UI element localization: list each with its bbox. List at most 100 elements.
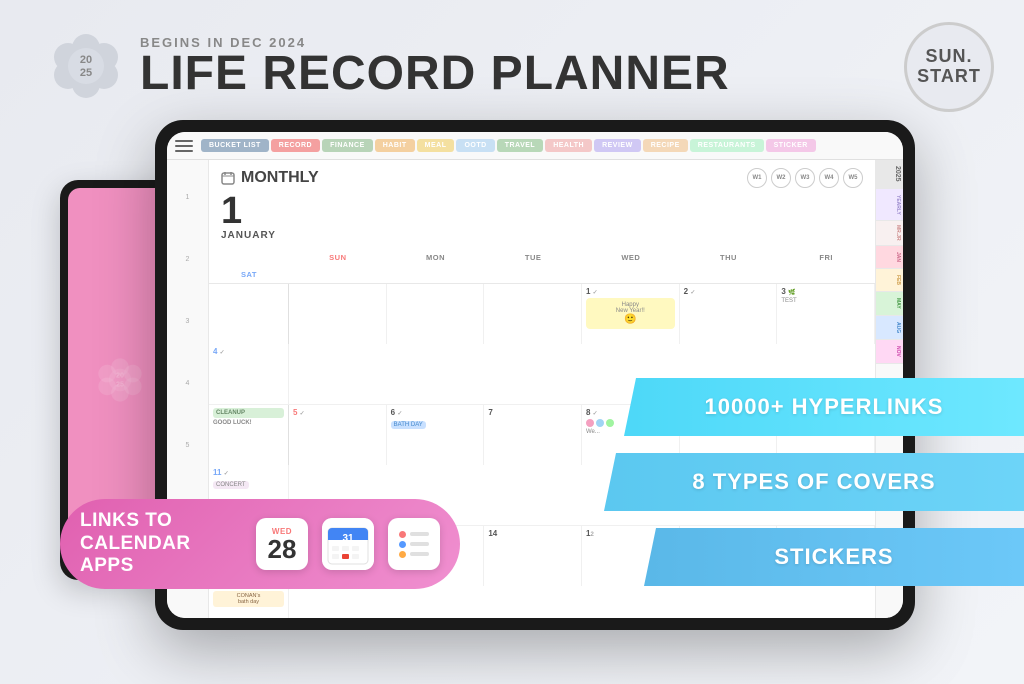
day-header-empty: [209, 249, 289, 266]
event-newyear: HappyNew Year!!🙂: [586, 298, 675, 329]
sidebar-tab-nov[interactable]: NOV: [876, 340, 903, 364]
svg-text:20: 20: [80, 54, 92, 66]
row-2: 2: [167, 252, 208, 314]
week-badge-1[interactable]: W1: [747, 168, 767, 188]
date-sat1: 4 ✓: [213, 347, 284, 356]
app-icon-reminders[interactable]: [388, 518, 440, 570]
day-header-fri: FRI: [777, 249, 875, 266]
sidebar-tab-year[interactable]: 2025: [876, 160, 903, 189]
tab-bucketlist[interactable]: BUCKET LIST: [201, 139, 269, 152]
svg-text:25: 25: [80, 67, 92, 79]
row-1: 1: [167, 190, 208, 252]
banner-hyperlinks: 10000+ HYPERLINKS: [624, 378, 1024, 436]
cal-cell-empty2: [289, 284, 387, 344]
hamburger-icon[interactable]: [175, 140, 193, 152]
week-badge-5[interactable]: W5: [843, 168, 863, 188]
date-mon2: 6 ✓: [391, 408, 480, 417]
app-icon-calendar[interactable]: WED 28: [256, 518, 308, 570]
sidebar-tab-yearly[interactable]: YEARLY: [876, 189, 903, 222]
tab-meal[interactable]: MEAL: [417, 139, 455, 152]
reminder-line-1: [410, 532, 429, 536]
cal-cell-sat3: CONAN'sbath day: [209, 586, 289, 618]
view-title: MONTHLY: [221, 169, 319, 187]
svg-text:20: 20: [116, 371, 124, 380]
cal-cell-thu1: 2 ✓: [680, 284, 778, 344]
sidebar-tab-aug[interactable]: AUG: [876, 316, 903, 340]
cal-cell-empty-row2: CLEANUP GOOD LUCK!: [209, 405, 289, 465]
cal-cell-empty4: [484, 284, 582, 344]
pink-logo-icon: 20 25: [96, 356, 144, 404]
day-headers: SUN MON TUE WED THU FRI SAT: [209, 249, 875, 284]
month-name: JANUARY: [221, 230, 276, 241]
week-badge-3[interactable]: W3: [795, 168, 815, 188]
date-wed1: 1 ✓: [586, 287, 675, 296]
reminder-dot-blue: [399, 541, 406, 548]
tab-health[interactable]: HEALTH: [545, 139, 592, 152]
logo-flower-icon: 20 25: [50, 30, 122, 102]
banner-stickers: STICKERS: [644, 528, 1024, 586]
reminder-row-1: [399, 531, 429, 538]
sun-start-label-line2: START: [917, 67, 981, 87]
reminder-line-3: [410, 552, 429, 556]
event-cleanup: CLEANUP: [213, 408, 284, 418]
cal-cell-empty3: [387, 284, 485, 344]
cal-cell-sun2: 5 ✓: [289, 405, 387, 465]
cal-cell-tue2: 7: [484, 405, 582, 465]
day-header-sat: SAT: [209, 266, 289, 283]
cal-cell-tue3: 14: [484, 526, 582, 586]
sidebar-tab-may[interactable]: MAY: [876, 292, 903, 316]
header-text: BEGINS IN DEC 2024 LIFE RECORD PLANNER: [140, 35, 730, 98]
sun-start-badge: SUN. START: [904, 22, 994, 112]
covers-label: 8 TYPES OF COVERS: [692, 469, 935, 495]
svg-text:25: 25: [116, 379, 124, 388]
sun-start-label-line1: SUN.: [925, 47, 972, 67]
sidebar-tab-jan[interactable]: JAN: [876, 246, 903, 269]
week-badge-4[interactable]: W4: [819, 168, 839, 188]
header: 20 25 BEGINS IN DEC 2024 LIFE RECORD PLA…: [50, 30, 730, 102]
event-concert: CONCERT: [213, 481, 249, 489]
cal-cell-empty1: [209, 284, 289, 344]
day-header-sun: SUN: [289, 249, 387, 266]
calendar-header: MONTHLY W1 W2 W3 W4 W5: [209, 160, 875, 192]
tab-review[interactable]: REVIEW: [594, 139, 641, 152]
page-title: LIFE RECORD PLANNER: [140, 50, 730, 98]
reminder-dot-orange: [399, 551, 406, 558]
date-tue3: 14: [488, 529, 577, 538]
cal-cell-fri1: 3 🌿 TEST: [777, 284, 875, 344]
day-header-tue: TUE: [484, 249, 582, 266]
cal-cell-sat1: 4 ✓: [209, 344, 289, 404]
sidebar-tab-mrjr[interactable]: MR.JR: [876, 221, 903, 246]
sidebar-tab-feb[interactable]: FEB: [876, 269, 903, 292]
event-goodluck: GOOD LUCK!: [213, 420, 284, 426]
reminder-row-2: [399, 541, 429, 548]
links-to-calendar-banner: LINKS TO CALENDAR APPS WED 28 31: [60, 499, 460, 589]
tab-recipe[interactable]: RECIPE: [643, 139, 688, 152]
week-badge-2[interactable]: W2: [771, 168, 791, 188]
row-5: 5: [167, 438, 208, 500]
day-header-thu: THU: [680, 249, 778, 266]
google-calendar-svg: 31: [322, 518, 374, 570]
tab-habit[interactable]: HABIT: [375, 139, 415, 152]
row-4: 4: [167, 376, 208, 438]
reminder-line-2: [410, 542, 429, 546]
tab-finance[interactable]: FINANCE: [322, 139, 373, 152]
date-thu1: 2 ✓: [684, 287, 773, 296]
reminder-dot-red: [399, 531, 406, 538]
tab-ootd[interactable]: OOTD: [456, 139, 494, 152]
day-header-wed: WED: [582, 249, 680, 266]
calendar-icon: [221, 171, 235, 185]
stickers-label: STICKERS: [774, 544, 893, 570]
event-bath-day: BATH DAY: [391, 421, 426, 429]
app-icon-google-calendar[interactable]: 31: [322, 518, 374, 570]
row-3: 3: [167, 314, 208, 376]
tab-travel[interactable]: TRAVEL: [497, 139, 543, 152]
date-sun2: 5 ✓: [293, 408, 382, 417]
tab-sticker[interactable]: STICKER: [766, 139, 816, 152]
links-label-line1: LINKS TO: [80, 510, 242, 533]
date-tue2: 7: [488, 408, 577, 417]
hyperlinks-label: 10000+ HYPERLINKS: [705, 394, 944, 420]
reminder-row-3: [399, 551, 429, 558]
tab-restaurants[interactable]: RESTAURANTS: [690, 139, 764, 152]
links-label-container: LINKS TO CALENDAR APPS: [80, 510, 242, 578]
tab-record[interactable]: RECORD: [271, 139, 320, 152]
